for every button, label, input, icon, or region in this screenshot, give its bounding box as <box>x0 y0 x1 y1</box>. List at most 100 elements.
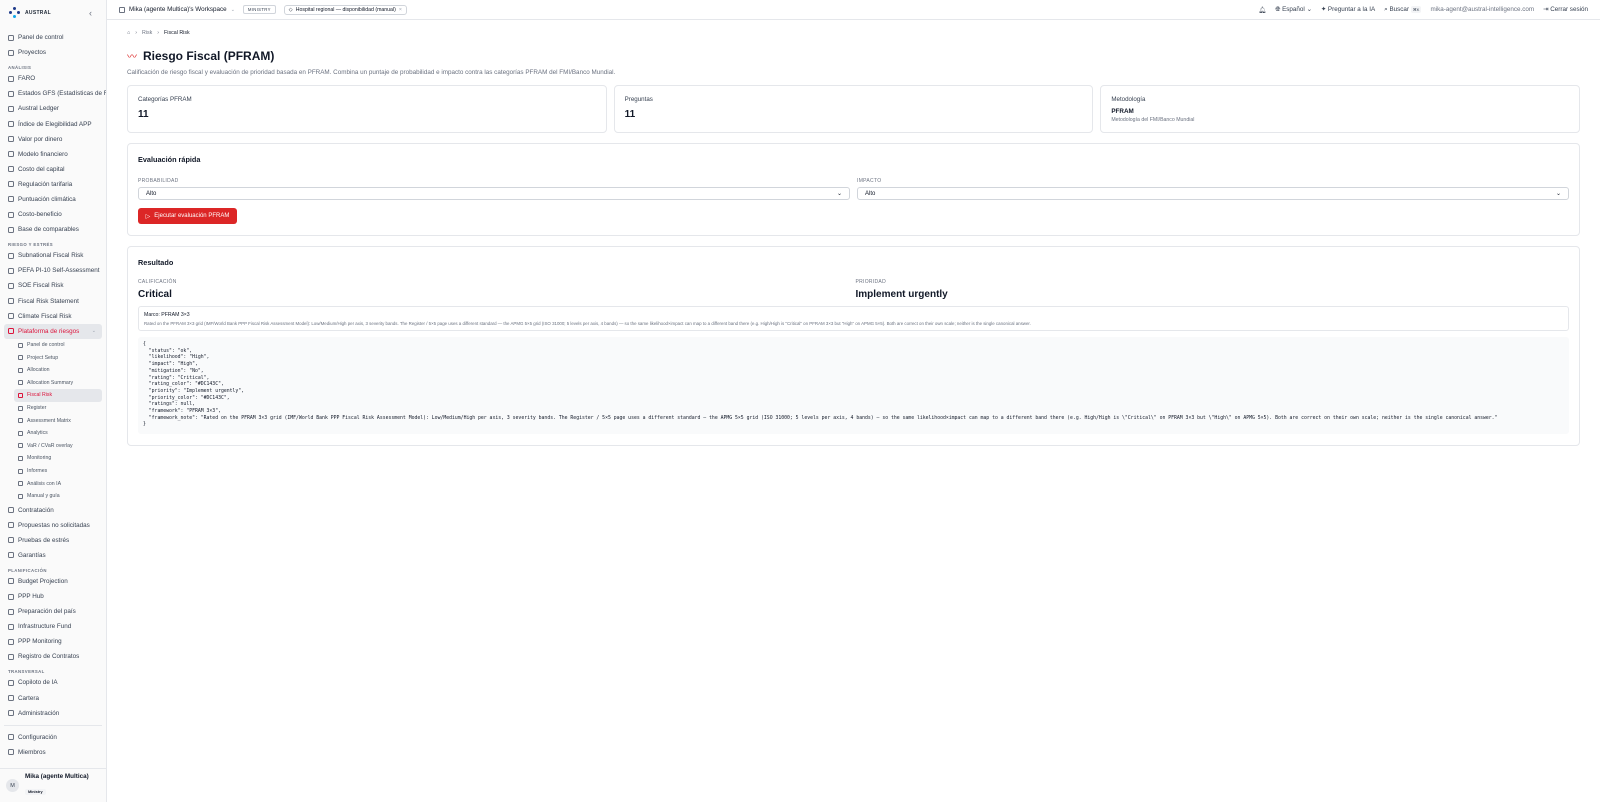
submenu-item-allocation-summary[interactable]: Allocation Summary <box>14 377 102 390</box>
sidebar-item-garantias[interactable]: Garantías <box>4 548 102 563</box>
sidebar-item-label: Base de comparables <box>18 226 79 234</box>
nav-section-title: PLANIFICACIÓN <box>8 567 47 573</box>
stat-card-questions: Preguntas 11 <box>613 85 1094 133</box>
submenu-item-project-setup[interactable]: Project Setup <box>14 351 102 364</box>
sidebar-item-pefa-pi-10-self-assessment[interactable]: PEFA PI-10 Self-Assessment <box>4 263 102 278</box>
nav-section-title: RIESGO Y ESTRÉS <box>8 242 54 248</box>
breadcrumb: ⌂ › Risk › Fiscal Risk <box>127 30 190 36</box>
stat-subtext: Metodología del FMI/Banco Mundial <box>1111 117 1195 123</box>
submenu-item-panel-de-control[interactable]: Panel de control <box>14 339 102 352</box>
collapse-sidebar-icon[interactable]: ‹ <box>89 8 92 18</box>
panel-title: Resultado <box>138 258 174 267</box>
sidebar-item-austral-ledger[interactable]: Austral Ledger <box>4 101 102 116</box>
submenu-item-analisis-con-ia[interactable]: Análisis con IA <box>14 477 102 490</box>
sidebar-item-fiscal-risk-statement[interactable]: Fiscal Risk Statement <box>4 294 102 309</box>
sidebar-item-climate-fiscal-risk[interactable]: Climate Fiscal Risk <box>4 309 102 324</box>
submenu-item-informes[interactable]: Informes <box>14 465 102 478</box>
sidebar-item-panel-de-control[interactable]: Panel de control <box>4 30 102 45</box>
submenu-item-allocation[interactable]: Allocation <box>14 364 102 377</box>
priority-label: PRIORIDAD <box>855 279 886 285</box>
nav-icon <box>8 695 14 702</box>
brand-name: AUSTRAL <box>25 10 51 16</box>
submenu-item-assessment-matrix[interactable]: Assessment Matrix <box>14 414 102 427</box>
sidebar-item-label: Miembros <box>18 748 46 756</box>
nav-icon <box>8 749 14 756</box>
sidebar-item-label: Índice de Elegibilidad APP <box>18 120 92 128</box>
sidebar-item-label: Austral Ledger <box>18 105 59 113</box>
sidebar-item-ppp-hub[interactable]: PPP Hub <box>4 589 102 604</box>
sidebar-item-label: Regulación tarifaria <box>18 180 73 188</box>
sidebar-item-cartera[interactable]: Cartera <box>4 691 102 706</box>
submenu-item-var-cvar-overlay[interactable]: VaR / CVaR overlay <box>14 440 102 453</box>
project-chip[interactable]: ◇ Hospital regional — disponibilidad (ma… <box>283 4 407 15</box>
sidebar-item-faro[interactable]: FARO <box>4 71 102 86</box>
sidebar-item-costo-del-capital[interactable]: Costo del capital <box>4 162 102 177</box>
sidebar-item-budget-projection[interactable]: Budget Projection <box>4 574 102 589</box>
ask-ai-button[interactable]: ✦ Preguntar a la IA <box>1321 6 1375 13</box>
submenu-item-register[interactable]: Register <box>14 402 102 415</box>
submenu-item-fiscal-risk[interactable]: Fiscal Risk <box>14 389 102 402</box>
play-icon: ▷ <box>145 213 151 220</box>
nav-icon <box>8 34 14 41</box>
sidebar-item-contratacion[interactable]: Contratación <box>4 503 102 518</box>
sidebar-item-soe-fiscal-risk[interactable]: SOE Fiscal Risk <box>4 278 102 293</box>
sidebar-item-miembros[interactable]: Miembros <box>4 745 102 760</box>
sidebar-item-label: FARO <box>18 75 36 83</box>
sidebar-item-label: Climate Fiscal Risk <box>18 312 72 320</box>
nav-icon <box>8 166 14 173</box>
sidebar-item-regulacion-tarifaria[interactable]: Regulación tarifaria <box>4 177 102 192</box>
submenu-item-label: Panel de control <box>27 342 65 349</box>
bell-icon[interactable]: 🔔︎ <box>1258 6 1266 14</box>
breadcrumb-risk[interactable]: Risk <box>142 30 152 36</box>
user-email: mika-agent@austral-intelligence.com <box>1430 6 1535 13</box>
search-button[interactable]: ⌕ Buscar ⌘K <box>1384 5 1422 14</box>
submenu-item-monitoring[interactable]: Monitoring <box>14 452 102 465</box>
run-pfram-button[interactable]: ▷ Ejecutar evaluación PFRAM <box>138 208 237 224</box>
impact-select[interactable]: Alto ⌄ <box>857 187 1569 200</box>
close-icon[interactable]: × <box>399 7 402 13</box>
workspace-switcher[interactable]: Mika (agente Multica)'s Workspace ⌄ <box>119 6 235 13</box>
sidebar-item-modelo-financiero[interactable]: Modelo financiero <box>4 147 102 162</box>
stat-card-methodology: Metodología PFRAM Metodología del FMI/Ba… <box>1100 85 1581 133</box>
user-profile[interactable]: M Mika (agente Multica) Ministry <box>0 768 106 802</box>
probability-select[interactable]: Alto ⌄ <box>138 187 850 200</box>
submenu-item-analytics[interactable]: Analytics <box>14 427 102 440</box>
nav-icon <box>18 481 23 487</box>
sidebar-item-label: Estados GFS (Estadísticas de Finanzas Pú… <box>18 90 106 98</box>
sidebar-item-configuracion[interactable]: Configuración <box>4 730 102 745</box>
sidebar-item-preparacion-del-pais[interactable]: Preparación del país <box>4 604 102 619</box>
sidebar-item-label: PPP Hub <box>18 593 44 601</box>
sidebar-item-label: Copiloto de IA <box>18 679 58 687</box>
rating-label: CALIFICACIÓN <box>138 279 177 285</box>
home-icon[interactable]: ⌂ <box>127 30 130 36</box>
sidebar-item-puntuacion-climatica[interactable]: Puntuación climática <box>4 192 102 207</box>
sidebar-item-registro-de-contratos[interactable]: Registro de Contratos <box>4 649 102 664</box>
chevron-down-icon: ⌄ <box>1555 191 1561 197</box>
logout-button[interactable]: ⇥ Cerrar sesión <box>1543 6 1588 13</box>
nav-icon <box>8 181 14 188</box>
sidebar-item-indice-de-elegibilidad-app[interactable]: Índice de Elegibilidad APP <box>4 116 102 131</box>
nav-icon <box>18 355 23 361</box>
risk-platform-submenu: Panel de control Project Setup Allocation A… <box>4 339 102 503</box>
sidebar-item-subnational-fiscal-risk[interactable]: Subnational Fiscal Risk <box>4 248 102 263</box>
sidebar-item-valor-por-dinero[interactable]: Valor por dinero <box>4 132 102 147</box>
sidebar-item-infrastructure-fund[interactable]: Infrastructure Fund <box>4 619 102 634</box>
sidebar-item-proyectos[interactable]: Proyectos <box>4 45 102 60</box>
nav-icon <box>8 211 14 218</box>
building-icon <box>119 6 125 13</box>
sidebar-item-base-de-comparables[interactable]: Base de comparables <box>4 222 102 237</box>
sidebar-item-ppp-monitoring[interactable]: PPP Monitoring <box>4 634 102 649</box>
sidebar-item-costo-beneficio[interactable]: Costo-beneficio <box>4 207 102 222</box>
workspace-name: Mika (agente Multica)'s Workspace <box>129 6 227 13</box>
sidebar-item-copiloto-de-ia[interactable]: Copiloto de IA <box>4 675 102 690</box>
sidebar-item-propuestas-no-solicitadas[interactable]: Propuestas no solicitadas <box>4 518 102 533</box>
breadcrumb-current: Fiscal Risk <box>164 30 190 36</box>
sidebar-item-pruebas-de-estres[interactable]: Pruebas de estrés <box>4 533 102 548</box>
language-select[interactable]: 🌐︎ Español ⌄ <box>1275 6 1312 14</box>
sidebar-item-plataforma-de-riesgos[interactable]: Plataforma de riesgos ⌄ <box>4 323 102 339</box>
run-pfram-label: Ejecutar evaluación PFRAM <box>154 213 230 219</box>
sidebar-item-administracion[interactable]: Administración <box>4 706 102 721</box>
sidebar-item-estados-gfs-estadisticas-de-finanzas-publicas[interactable]: Estados GFS (Estadísticas de Finanzas Pú… <box>4 86 106 101</box>
ask-ai-label: Preguntar a la IA <box>1327 6 1376 13</box>
submenu-item-manual-y-guia[interactable]: Manual y guía <box>14 490 102 503</box>
